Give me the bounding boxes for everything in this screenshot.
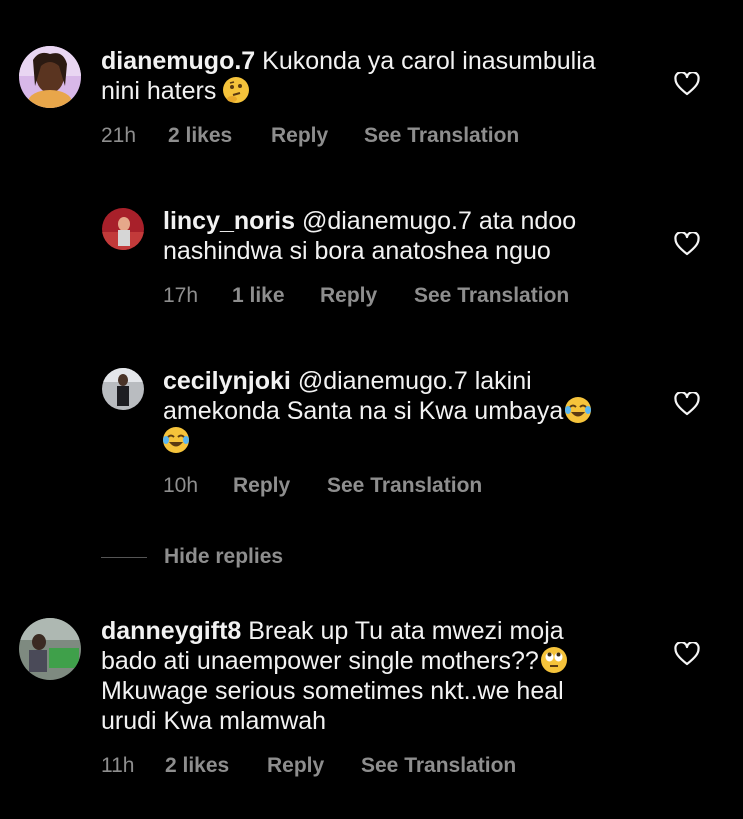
comment-text: @dianemugo.7 ata ndoo: [301, 207, 577, 235]
likes-count[interactable]: 2 likes: [165, 754, 229, 778]
avatar[interactable]: [19, 46, 81, 108]
username[interactable]: dianemugo.7: [101, 47, 255, 75]
comment-text: @dianemugo.7 lakini: [297, 367, 532, 395]
comment-text: Break up Tu ata mwezi moja: [248, 617, 564, 645]
thinking-face-icon: [223, 77, 250, 103]
avatar[interactable]: [102, 368, 144, 410]
comment-text: bado ati unaempower single mothers??: [101, 647, 539, 675]
see-translation-button[interactable]: See Translation: [327, 474, 482, 498]
timestamp: 21h: [101, 124, 137, 147]
reply-button[interactable]: Reply: [271, 124, 328, 148]
username[interactable]: cecilynjoki: [163, 367, 291, 395]
tears-of-joy-icon: [565, 397, 592, 423]
comment-text: urudi Kwa mlamwah: [101, 707, 327, 735]
see-translation-button[interactable]: See Translation: [361, 754, 516, 778]
heart-icon[interactable]: [674, 392, 700, 416]
likes-count[interactable]: 2 likes: [168, 124, 232, 148]
reply-button[interactable]: Reply: [267, 754, 324, 778]
timestamp: 10h: [163, 474, 199, 497]
heart-icon[interactable]: [674, 232, 700, 256]
avatar[interactable]: [19, 618, 81, 680]
heart-icon[interactable]: [674, 642, 700, 666]
hide-replies-button[interactable]: Hide replies: [164, 545, 283, 569]
likes-count[interactable]: 1 like: [232, 284, 285, 308]
comment-text: amekonda Santa na si Kwa umbaya: [163, 397, 564, 425]
avatar[interactable]: [102, 208, 144, 250]
see-translation-button[interactable]: See Translation: [414, 284, 569, 308]
comment-text: nashindwa si bora anatoshea nguo: [163, 237, 551, 265]
reply-button[interactable]: Reply: [320, 284, 377, 308]
reply-button[interactable]: Reply: [233, 474, 290, 498]
tears-of-joy-icon: [163, 427, 189, 453]
username[interactable]: danneygift8: [101, 617, 241, 645]
heart-icon[interactable]: [674, 72, 700, 96]
timestamp: 17h: [163, 284, 199, 307]
comment-text: nini haters: [101, 77, 217, 105]
see-translation-button[interactable]: See Translation: [364, 124, 519, 148]
rolling-eyes-icon: [540, 647, 567, 673]
comment-text: Mkuwage serious sometimes nkt..we heal: [101, 677, 564, 705]
username[interactable]: lincy_noris: [163, 207, 295, 235]
comment-text: Kukonda ya carol inasumbulia: [262, 47, 596, 75]
divider: [101, 557, 147, 558]
timestamp: 11h: [101, 754, 135, 777]
